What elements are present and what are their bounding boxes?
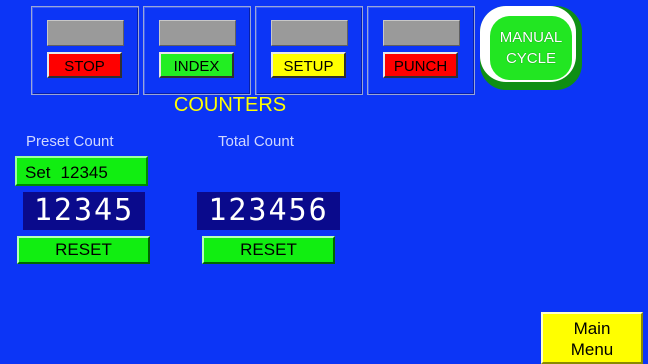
main-menu-button[interactable]: Main Menu bbox=[541, 312, 643, 364]
set-value: 12345 bbox=[60, 163, 108, 182]
mode-cell-setup: SETUP bbox=[255, 6, 363, 95]
set-preset-button[interactable]: Set 12345 bbox=[15, 156, 148, 186]
preset-count-label: Preset Count bbox=[26, 133, 114, 150]
setup-indicator bbox=[271, 20, 348, 46]
total-reset-button[interactable]: RESET bbox=[202, 236, 335, 264]
index-button[interactable]: INDEX bbox=[159, 52, 234, 78]
main-menu-line1: Main bbox=[573, 319, 611, 338]
total-count-display: 123456 bbox=[197, 192, 340, 230]
preset-count-display: 12345 bbox=[23, 192, 145, 230]
stop-indicator bbox=[47, 20, 124, 46]
total-count-label: Total Count bbox=[218, 133, 294, 150]
mode-cell-index: INDEX bbox=[143, 6, 251, 95]
preset-reset-button[interactable]: RESET bbox=[17, 236, 150, 264]
manual-cycle-button[interactable]: MANUAL CYCLE bbox=[480, 6, 582, 90]
manual-cycle-line1: MANUAL bbox=[499, 29, 563, 46]
set-prefix: Set bbox=[25, 163, 51, 182]
punch-indicator bbox=[383, 20, 460, 46]
index-indicator bbox=[159, 20, 236, 46]
counters-heading: COUNTERS bbox=[173, 94, 287, 116]
punch-button[interactable]: PUNCH bbox=[383, 52, 458, 78]
mode-cell-punch: PUNCH bbox=[367, 6, 475, 95]
manual-cycle-line2: CYCLE bbox=[505, 50, 556, 67]
manual-cycle-label: MANUAL CYCLE bbox=[500, 27, 563, 69]
stop-button[interactable]: STOP bbox=[47, 52, 122, 78]
manual-cycle-face[interactable]: MANUAL CYCLE bbox=[490, 16, 572, 80]
main-menu-line2: Menu bbox=[570, 340, 614, 359]
setup-button[interactable]: SETUP bbox=[271, 52, 346, 78]
mode-cell-stop: STOP bbox=[31, 6, 139, 95]
